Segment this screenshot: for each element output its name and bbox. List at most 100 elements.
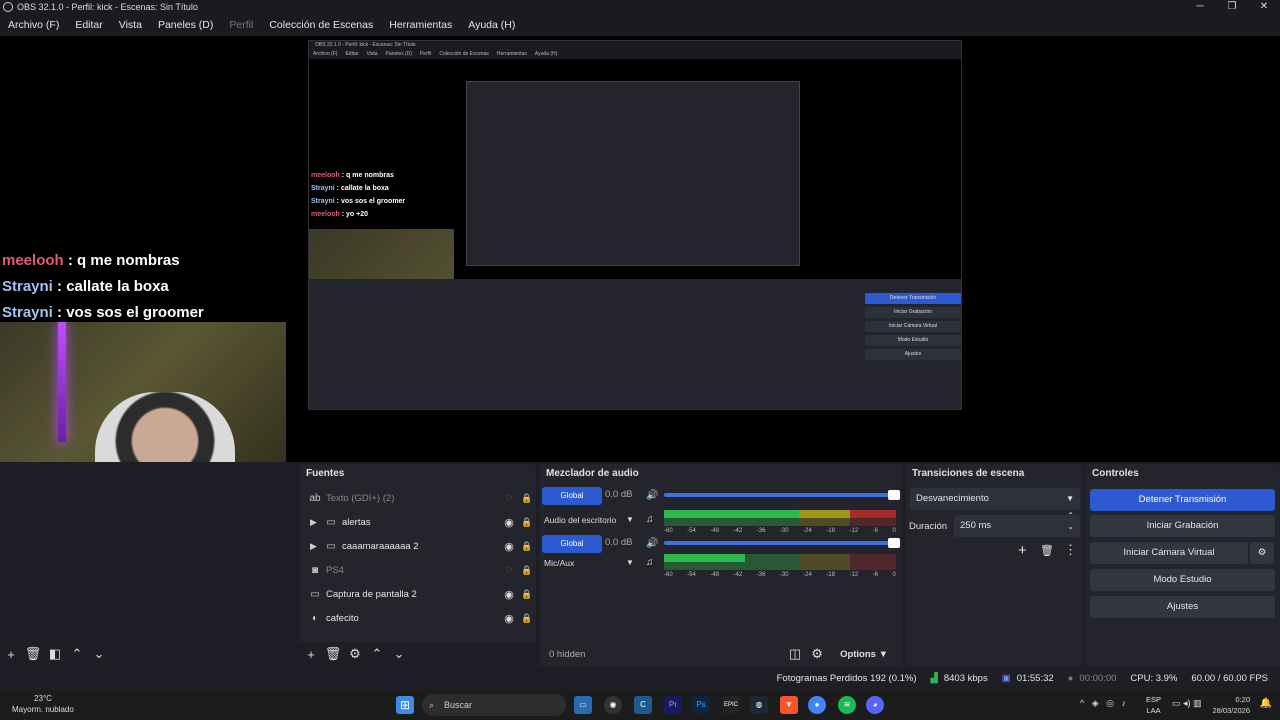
add-scene-icon[interactable]: + bbox=[0, 647, 22, 662]
advanced-audio-icon[interactable]: ⚙ bbox=[806, 646, 828, 662]
source-item[interactable]: ▶ ▭ caaamaraaaaaa 2 ◉ 🔒 bbox=[300, 534, 536, 558]
scale-tick: -24 bbox=[803, 572, 812, 578]
lock-icon[interactable]: 🔒 bbox=[518, 589, 536, 600]
spotify-icon[interactable]: ≋ bbox=[838, 696, 856, 714]
sources-title: Fuentes bbox=[306, 468, 345, 479]
menu-editar[interactable]: Editar bbox=[67, 19, 110, 31]
scale-tick: -30 bbox=[779, 528, 789, 534]
network-volume-icon[interactable]: ▭ ◂) ▥ bbox=[1172, 698, 1202, 709]
taskbar-search[interactable]: ⌕ Buscar bbox=[422, 694, 566, 716]
add-transition-icon[interactable]: + bbox=[1018, 542, 1027, 559]
move-up-icon[interactable]: ⌃ bbox=[366, 646, 388, 662]
expand-chevron-icon[interactable]: ▶ bbox=[310, 517, 324, 528]
menu-coleccion-escenas[interactable]: Colección de Escenas bbox=[261, 19, 381, 31]
system-tray[interactable]: ^ ◈ ◎ ♪ bbox=[1080, 698, 1126, 709]
channel-menu-icon[interactable]: ▼ bbox=[626, 558, 634, 567]
nested-obs-capture: OBS 32.1.0 - Perfil: kick - Escenas: Sin… bbox=[308, 40, 962, 410]
menu-perfil[interactable]: Perfil bbox=[221, 19, 261, 31]
visibility-icon[interactable]: ◉ bbox=[500, 612, 518, 625]
source-properties-icon[interactable]: ⚙ bbox=[344, 646, 366, 662]
clock[interactable]: 0:20 28/03/2026 bbox=[1212, 694, 1250, 716]
scene-filter-icon[interactable]: ◧ bbox=[44, 646, 66, 662]
channel-menu-icon[interactable]: ▼ bbox=[626, 515, 634, 524]
minimize-button[interactable]: ─ bbox=[1184, 0, 1216, 14]
lock-icon[interactable]: 🔒 bbox=[518, 493, 536, 504]
start-recording-button[interactable]: Iniciar Grabación bbox=[1090, 515, 1275, 537]
move-down-icon[interactable]: ⌄ bbox=[88, 646, 110, 662]
settings-button[interactable]: Ajustes bbox=[1090, 596, 1275, 618]
close-button[interactable]: ✕ bbox=[1248, 0, 1280, 14]
speaker-icon[interactable]: 🔊 bbox=[646, 538, 658, 549]
notification-icon[interactable]: 🔔 bbox=[1260, 698, 1272, 709]
move-up-icon[interactable]: ⌃ bbox=[66, 646, 88, 662]
lock-icon[interactable]: 🔒 bbox=[518, 565, 536, 576]
status-bar: Fotogramas Perdidos 192 (0.1%) ▟ 8403 kb… bbox=[0, 666, 1280, 690]
scale-tick: -54 bbox=[687, 528, 696, 534]
remove-scene-icon[interactable]: 🗑 bbox=[22, 646, 44, 662]
move-down-icon[interactable]: ⌄ bbox=[388, 646, 410, 662]
volume-slider[interactable] bbox=[664, 538, 900, 548]
monitor-headphones-icon[interactable]: ♫ bbox=[646, 557, 654, 568]
program-preview[interactable]: OBS 32.1.0 - Perfil: kick - Escenas: Sin… bbox=[0, 36, 1280, 462]
bitrate: 8403 kbps bbox=[943, 672, 988, 684]
source-item[interactable]: ◐ cafecito ◉ 🔒 bbox=[300, 606, 536, 630]
volume-slider[interactable] bbox=[664, 490, 900, 500]
obs-icon[interactable]: ◉ bbox=[604, 696, 622, 714]
studio-mode-button[interactable]: Modo Estudio bbox=[1090, 569, 1275, 591]
visibility-icon[interactable]: ◉ bbox=[500, 588, 518, 601]
visibility-icon[interactable]: ◉ bbox=[500, 516, 518, 529]
expand-chevron-icon[interactable]: ▶ bbox=[310, 541, 324, 552]
start-virtual-camera-button[interactable]: Iniciar Cámara Virtual bbox=[1090, 542, 1248, 564]
transition-select[interactable]: Desvanecimiento ▼ bbox=[910, 488, 1080, 510]
brave-icon[interactable]: ▼ bbox=[780, 696, 798, 714]
monitor-headphones-icon[interactable]: ♫ bbox=[646, 514, 654, 525]
slider-knob[interactable] bbox=[888, 538, 900, 548]
source-item[interactable]: ◙ PS4 ◌ 🔒 bbox=[300, 558, 536, 582]
level-meter bbox=[664, 510, 896, 518]
source-item[interactable]: ▭ Captura de pantalla 2 ◉ 🔒 bbox=[300, 582, 536, 606]
stop-streaming-button[interactable]: Detener Transmisión bbox=[1090, 489, 1275, 511]
duration-input[interactable]: 250 ms ⌃ ⌄ bbox=[954, 511, 1080, 537]
menu-ayuda[interactable]: Ayuda (H) bbox=[460, 19, 523, 31]
language-indicator[interactable]: ESP LAA bbox=[1146, 694, 1161, 716]
mixer-options-button[interactable]: Options ▼ bbox=[840, 649, 888, 660]
maximize-button[interactable]: ❐ bbox=[1216, 0, 1248, 14]
lock-icon[interactable]: 🔒 bbox=[518, 541, 536, 552]
browser-app-icon[interactable]: C bbox=[634, 696, 652, 714]
desktop-icon[interactable]: ▭ bbox=[574, 696, 592, 714]
start-icon[interactable]: ⊞ bbox=[396, 696, 414, 714]
photoshop-icon[interactable]: Ps bbox=[692, 696, 710, 714]
meter-scale: -60 -54 -48 -42 -36 -30 -24 -18 -12 -6 0 bbox=[664, 528, 896, 534]
visibility-hidden-icon[interactable]: ◌ bbox=[500, 492, 518, 504]
menu-archivo[interactable]: Archivo (F) bbox=[0, 19, 67, 31]
visibility-icon[interactable]: ◉ bbox=[500, 540, 518, 553]
source-item[interactable]: ab Texto (GDI+) (2) ◌ 🔒 bbox=[300, 486, 536, 510]
chrome-icon[interactable]: ● bbox=[808, 696, 826, 714]
global-badge[interactable]: Global bbox=[542, 535, 602, 553]
menu-paneles[interactable]: Paneles (D) bbox=[150, 19, 221, 31]
visibility-hidden-icon[interactable]: ◌ bbox=[500, 564, 518, 576]
epic-games-icon[interactable]: EPIC bbox=[722, 696, 740, 714]
global-badge[interactable]: Global bbox=[542, 487, 602, 505]
remove-transition-icon[interactable]: 🗑 bbox=[1040, 544, 1054, 557]
scale-tick: -18 bbox=[826, 572, 835, 578]
weather-widget[interactable]: 23°C Mayorm. nublado bbox=[12, 693, 74, 715]
slider-knob[interactable] bbox=[888, 490, 900, 500]
menu-herramientas[interactable]: Herramientas bbox=[381, 19, 460, 31]
volume-db: 0.0 dB bbox=[605, 489, 633, 500]
browser-icon: ◐ bbox=[311, 612, 319, 624]
menu-vista[interactable]: Vista bbox=[111, 19, 150, 31]
remove-source-icon[interactable]: 🗑 bbox=[322, 646, 344, 662]
layout-icon[interactable]: ◫ bbox=[784, 646, 806, 662]
premiere-icon[interactable]: Pr bbox=[664, 696, 682, 714]
discord-icon[interactable]: ◕ bbox=[866, 696, 884, 714]
lock-icon[interactable]: 🔒 bbox=[518, 613, 536, 624]
monitor-icon: ▭ bbox=[310, 588, 320, 600]
steam-icon[interactable]: ◍ bbox=[750, 696, 768, 714]
lock-icon[interactable]: 🔒 bbox=[518, 517, 536, 528]
add-source-icon[interactable]: + bbox=[300, 647, 322, 662]
more-options-icon[interactable]: ⋮ bbox=[1064, 542, 1077, 558]
source-item[interactable]: ▶ ▭ alertas ◉ 🔒 bbox=[300, 510, 536, 534]
speaker-icon[interactable]: 🔊 bbox=[646, 490, 658, 501]
virtual-camera-settings-icon[interactable]: ⚙ bbox=[1250, 542, 1274, 564]
